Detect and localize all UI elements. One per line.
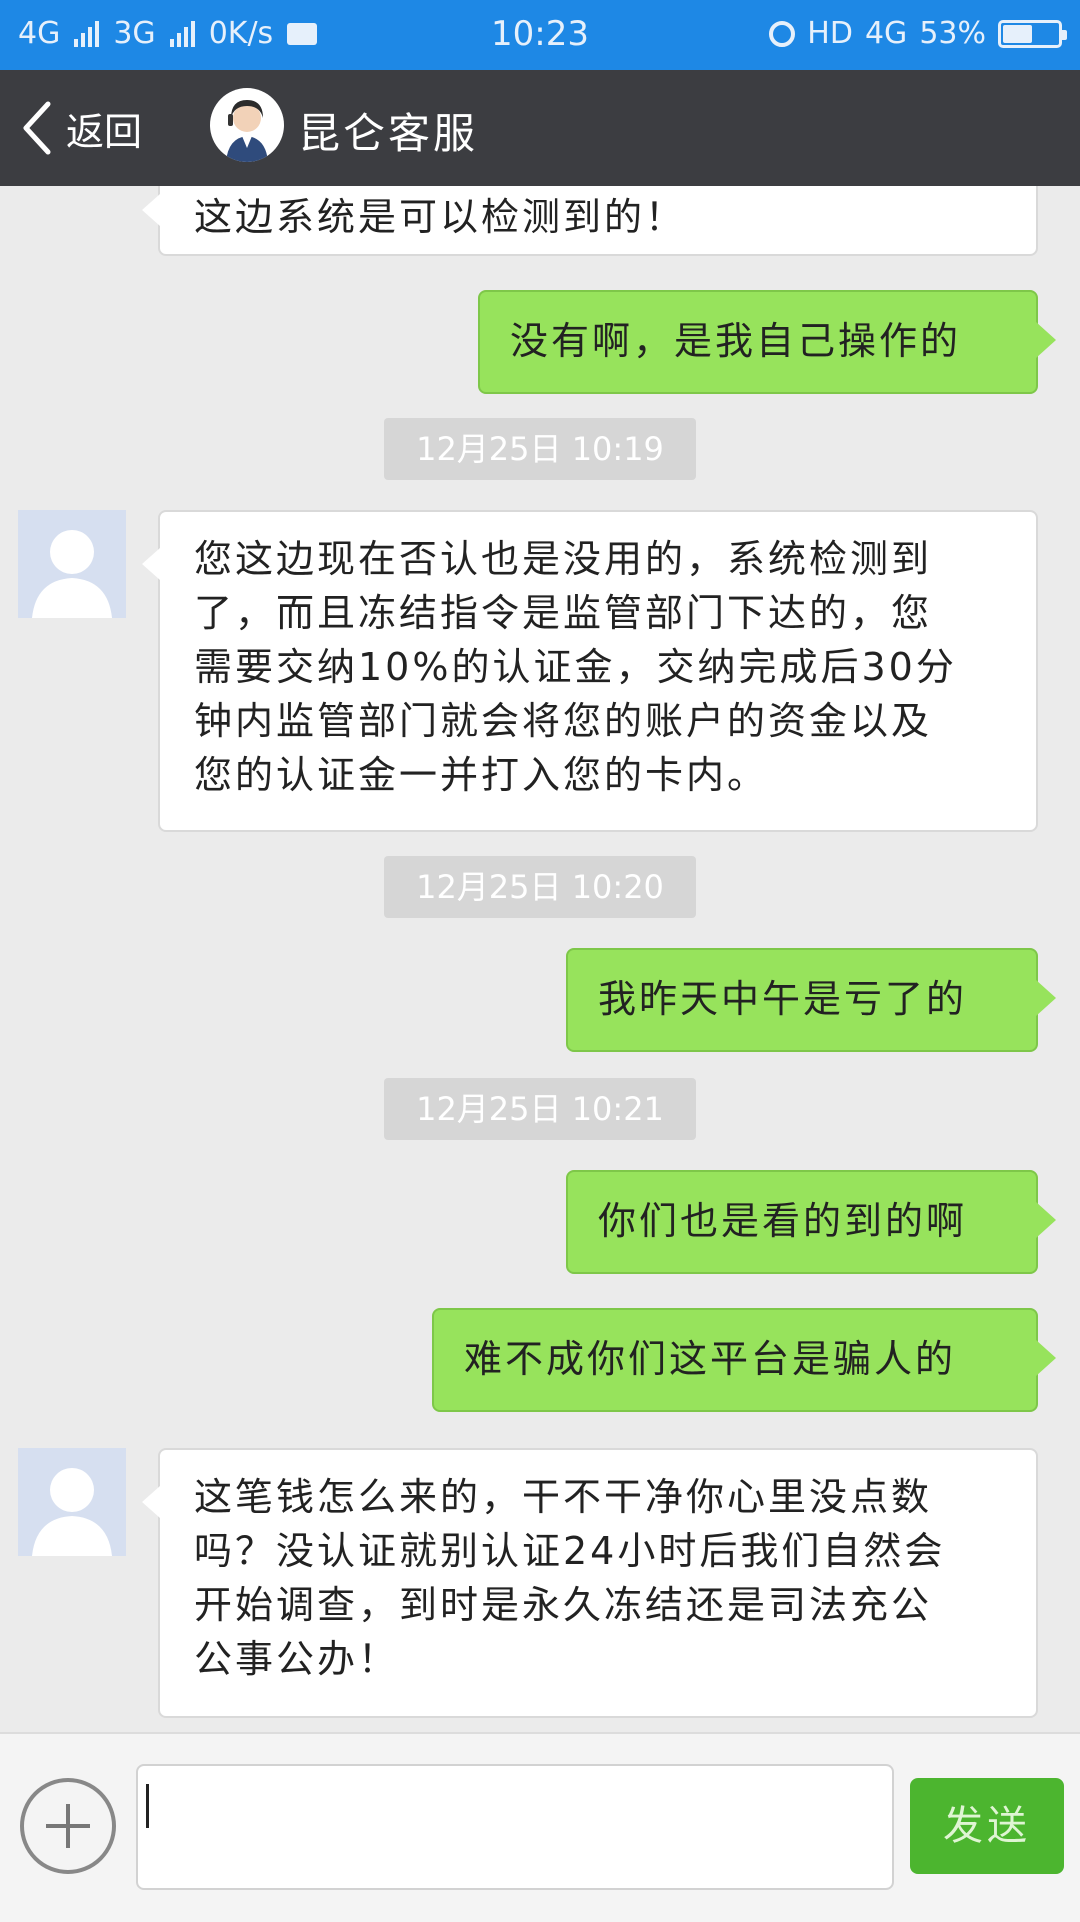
message-line: 公事公办！ bbox=[194, 1637, 400, 1681]
incoming-message[interactable]: 这笔钱怎么来的，干不干净你心里没点数 吗？没认证就别认证24小时后我们自然会 开… bbox=[142, 1448, 1038, 1718]
outgoing-message[interactable]: 没有啊，是我自己操作的 bbox=[478, 290, 1056, 394]
message-line: 了，而且冻结指令是监管部门下达的，您 bbox=[194, 591, 933, 635]
timestamp: 12月25日 10:20 bbox=[384, 856, 696, 918]
chat-header: 返回 昆仑客服 bbox=[0, 70, 1080, 186]
network-type-3: 4G bbox=[864, 16, 908, 51]
message-line: 您这边现在否认也是没用的，系统检测到 bbox=[194, 537, 933, 581]
alarm-icon bbox=[769, 20, 796, 47]
agent-avatar-thumb[interactable] bbox=[18, 1448, 126, 1556]
message-text: 难不成你们这平台是骗人的 bbox=[464, 1337, 957, 1381]
back-label: 返回 bbox=[66, 109, 143, 154]
message-text: 你们也是看的到的啊 bbox=[598, 1199, 968, 1243]
agent-avatar-thumb[interactable] bbox=[18, 510, 126, 618]
incoming-message[interactable]: 这边系统是可以检测到的！ bbox=[142, 186, 1038, 256]
battery-percent: 53% bbox=[919, 16, 986, 51]
message-line: 吗？没认证就别认证24小时后我们自然会 bbox=[194, 1529, 946, 1573]
input-bar: 发送 bbox=[0, 1732, 1080, 1922]
battery-icon bbox=[998, 19, 1067, 48]
message-text: 我昨天中午是亏了的 bbox=[598, 977, 968, 1021]
timestamp: 12月25日 10:21 bbox=[384, 1078, 696, 1140]
outgoing-message[interactable]: 难不成你们这平台是骗人的 bbox=[432, 1308, 1056, 1412]
person-icon bbox=[32, 1468, 112, 1556]
back-button[interactable]: 返回 bbox=[18, 98, 142, 158]
status-bar: 4G 3G 0K/s 10:23 HD 4G 53% bbox=[0, 0, 1080, 70]
chat-title: 昆仑客服 bbox=[298, 109, 479, 158]
person-icon bbox=[32, 530, 112, 618]
agent-avatar[interactable] bbox=[210, 88, 284, 162]
send-button[interactable]: 发送 bbox=[910, 1778, 1064, 1874]
chevron-left-icon bbox=[23, 101, 51, 155]
hd-indicator: HD bbox=[807, 16, 853, 51]
message-line: 需要交纳10%的认证金，交纳完成后30分 bbox=[194, 645, 957, 689]
message-line: 钟内监管部门就会将您的账户的资金以及 bbox=[194, 699, 933, 743]
message-line: 这笔钱怎么来的，干不干净你心里没点数 bbox=[194, 1475, 933, 1519]
message-input[interactable] bbox=[136, 1764, 894, 1890]
message-line: 开始调查，到时是永久冻结还是司法充公 bbox=[194, 1583, 933, 1627]
timestamp: 12月25日 10:19 bbox=[384, 418, 696, 480]
message-text: 这边系统是可以检测到的！ bbox=[194, 195, 687, 239]
message-text: 没有啊，是我自己操作的 bbox=[510, 319, 962, 363]
outgoing-message[interactable]: 我昨天中午是亏了的 bbox=[566, 948, 1056, 1052]
incoming-message[interactable]: 您这边现在否认也是没用的，系统检测到 了，而且冻结指令是监管部门下达的，您 需要… bbox=[142, 510, 1038, 832]
chat-list[interactable]: 这边系统是可以检测到的！ 没有啊，是我自己操作的 12月25日 10:19 您这… bbox=[0, 186, 1080, 1732]
message-line: 您的认证金一并打入您的卡内。 bbox=[194, 753, 769, 797]
plus-icon[interactable] bbox=[20, 1778, 116, 1874]
outgoing-message[interactable]: 你们也是看的到的啊 bbox=[566, 1170, 1056, 1274]
text-cursor bbox=[146, 1784, 149, 1828]
